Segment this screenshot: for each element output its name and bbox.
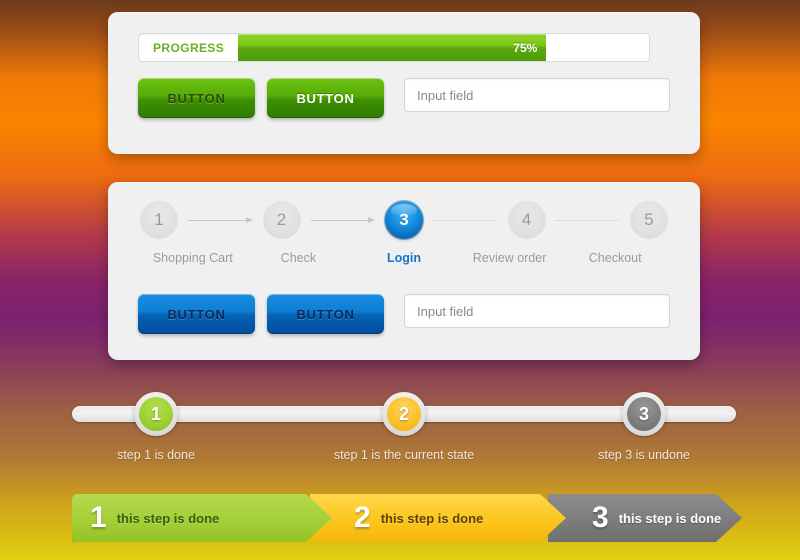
track-node-3[interactable]: 3 — [622, 392, 666, 436]
step-node-2-number: 2 — [276, 210, 287, 229]
step-connector-4-5 — [550, 211, 627, 229]
track-node-3-number: 3 — [638, 403, 649, 424]
connector-line — [310, 220, 369, 221]
step-label-checkout[interactable]: Checkout — [562, 251, 668, 265]
track-node-3-disc: 3 — [627, 397, 661, 431]
checkout-stepper: 1 2 3 4 5 Shopping Cart Check Login Revi… — [140, 200, 668, 278]
chevron-3-label: this step is done — [618, 510, 722, 526]
step-node-2[interactable]: 2 — [262, 201, 301, 239]
chevron-2-number: 2 — [354, 501, 371, 534]
chevron-3-number: 3 — [592, 501, 609, 534]
stepper-panel: 1 2 3 4 5 Shopping Cart Check Login Revi… — [108, 182, 700, 360]
connector-dotted-line — [433, 220, 498, 221]
step-label-shopping-cart[interactable]: Shopping Cart — [140, 251, 246, 265]
track-node-2-number: 2 — [398, 403, 409, 424]
progress-value: 75% — [513, 40, 538, 55]
stepper-nodes-row: 1 2 3 4 5 — [140, 200, 668, 240]
step-node-4[interactable]: 4 — [507, 201, 546, 239]
step-node-1[interactable]: 1 — [140, 201, 178, 239]
step-label-login[interactable]: Login — [351, 251, 457, 265]
track-node-1-number: 1 — [150, 403, 161, 424]
track-node-1[interactable]: 1 — [134, 392, 178, 436]
chevron-1-label: this step is done — [116, 510, 220, 526]
track-node-2[interactable]: 2 — [382, 392, 426, 436]
connector-line — [188, 220, 247, 221]
track-node-1-disc: 1 — [139, 397, 173, 431]
chevron-segment-3[interactable]: 3 this step is done — [548, 494, 742, 542]
track-node-2-disc: 2 — [387, 397, 421, 431]
green-button-1[interactable]: BUTTON — [138, 78, 255, 118]
step-connector-1-2 — [182, 211, 259, 229]
track-caption-2: step 1 is the current state — [333, 448, 475, 462]
track-caption-1: step 1 is done — [117, 448, 195, 462]
progress-track: 75% — [238, 34, 649, 61]
chevron-segment-1[interactable]: 1 this step is done — [72, 494, 332, 542]
step-node-4-number: 4 — [521, 210, 532, 229]
track-caption-3: step 3 is undone — [598, 448, 690, 462]
blue-button-1[interactable]: BUTTON — [138, 294, 255, 334]
step-node-5-number: 5 — [644, 210, 654, 229]
step-connector-3-4 — [427, 211, 504, 229]
chevron-1-number: 1 — [90, 501, 107, 534]
arrow-right-icon — [245, 216, 253, 223]
blue-button-2[interactable]: BUTTON — [267, 294, 384, 334]
connector-dotted-line — [555, 220, 620, 221]
step-node-3[interactable]: 3 — [385, 201, 423, 239]
progress-bar: PROGRESS 75% — [138, 33, 650, 62]
stepper-labels-row: Shopping Cart Check Login Review order C… — [140, 251, 668, 265]
step-label-check[interactable]: Check — [246, 251, 352, 265]
chevron-breadcrumb: 1 this step is done 2 this step is done … — [72, 494, 742, 542]
step-node-3-number: 3 — [399, 210, 409, 229]
step-node-5[interactable]: 5 — [630, 201, 668, 239]
input-field-bottom[interactable] — [404, 294, 670, 328]
step-node-1-number: 1 — [154, 210, 164, 229]
chevron-2-label: this step is done — [380, 510, 484, 526]
progress-track-section: 1 2 3 step 1 is done step 1 is the curre… — [72, 392, 736, 468]
step-label-review-order[interactable]: Review order — [457, 251, 563, 265]
progress-panel: PROGRESS 75% BUTTON BUTTON — [108, 12, 700, 154]
arrow-right-icon — [368, 216, 375, 223]
step-connector-2-3 — [305, 211, 382, 229]
chevron-segment-2[interactable]: 2 this step is done — [310, 494, 566, 542]
green-button-2[interactable]: BUTTON — [267, 78, 384, 118]
progress-fill: 75% — [238, 34, 547, 61]
progress-label: PROGRESS — [153, 40, 225, 55]
input-field-top[interactable] — [404, 78, 670, 112]
